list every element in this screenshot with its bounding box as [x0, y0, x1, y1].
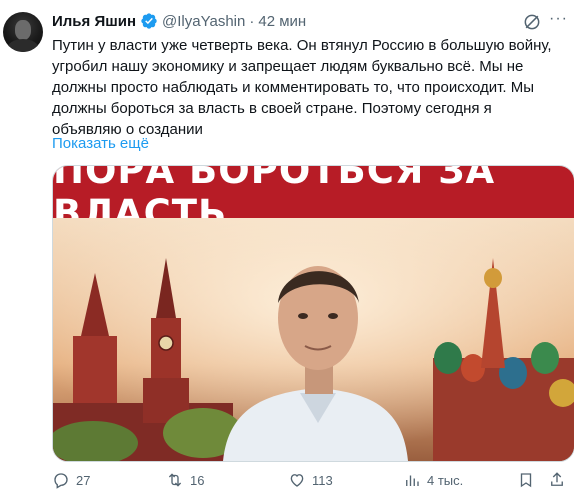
- action-bar: 27 16 113 4 тыс.: [52, 470, 573, 490]
- author-name[interactable]: Илья Яшин: [52, 13, 136, 30]
- separator-dot: ·: [249, 12, 255, 30]
- reply-count: 27: [76, 472, 91, 488]
- views-icon: [406, 475, 419, 486]
- avatar[interactable]: [3, 12, 43, 52]
- views-button[interactable]: 4 тыс.: [403, 470, 463, 490]
- like-icon: [290, 474, 304, 487]
- reply-button[interactable]: 27: [52, 470, 90, 490]
- tweet-time[interactable]: 42 мин: [258, 13, 306, 30]
- share-button[interactable]: [548, 470, 566, 490]
- reply-icon: [54, 473, 68, 489]
- grok-icon[interactable]: [522, 12, 542, 32]
- tweet-text: Путин у власти уже четверть века. Он втя…: [52, 37, 556, 138]
- bookmark-icon: [520, 473, 532, 488]
- show-more-link[interactable]: Показать ещё: [52, 134, 149, 154]
- author-handle[interactable]: @IlyaYashin: [162, 13, 245, 30]
- repost-button[interactable]: 16: [166, 470, 204, 490]
- tweet-image[interactable]: ПОРА БОРОТЬСЯ ЗА ВЛАСТЬ: [52, 165, 574, 462]
- repost-count: 16: [190, 472, 205, 488]
- more-icon[interactable]: ···: [549, 11, 569, 31]
- kremlin-scene: [53, 218, 574, 461]
- like-count: 113: [312, 472, 333, 488]
- avatar-shoulders: [7, 39, 39, 52]
- image-banner: ПОРА БОРОТЬСЯ ЗА ВЛАСТЬ: [53, 166, 574, 235]
- share-icon: [551, 472, 563, 486]
- bookmark-button[interactable]: [517, 470, 535, 490]
- views-count: 4 тыс.: [427, 472, 464, 488]
- tweet-header: Илья Яшин @IlyaYashin · 42 мин: [52, 11, 306, 31]
- like-button[interactable]: 113: [288, 470, 333, 490]
- verified-badge-icon[interactable]: [140, 12, 158, 30]
- avatar-face: [15, 20, 31, 40]
- repost-icon: [168, 473, 182, 487]
